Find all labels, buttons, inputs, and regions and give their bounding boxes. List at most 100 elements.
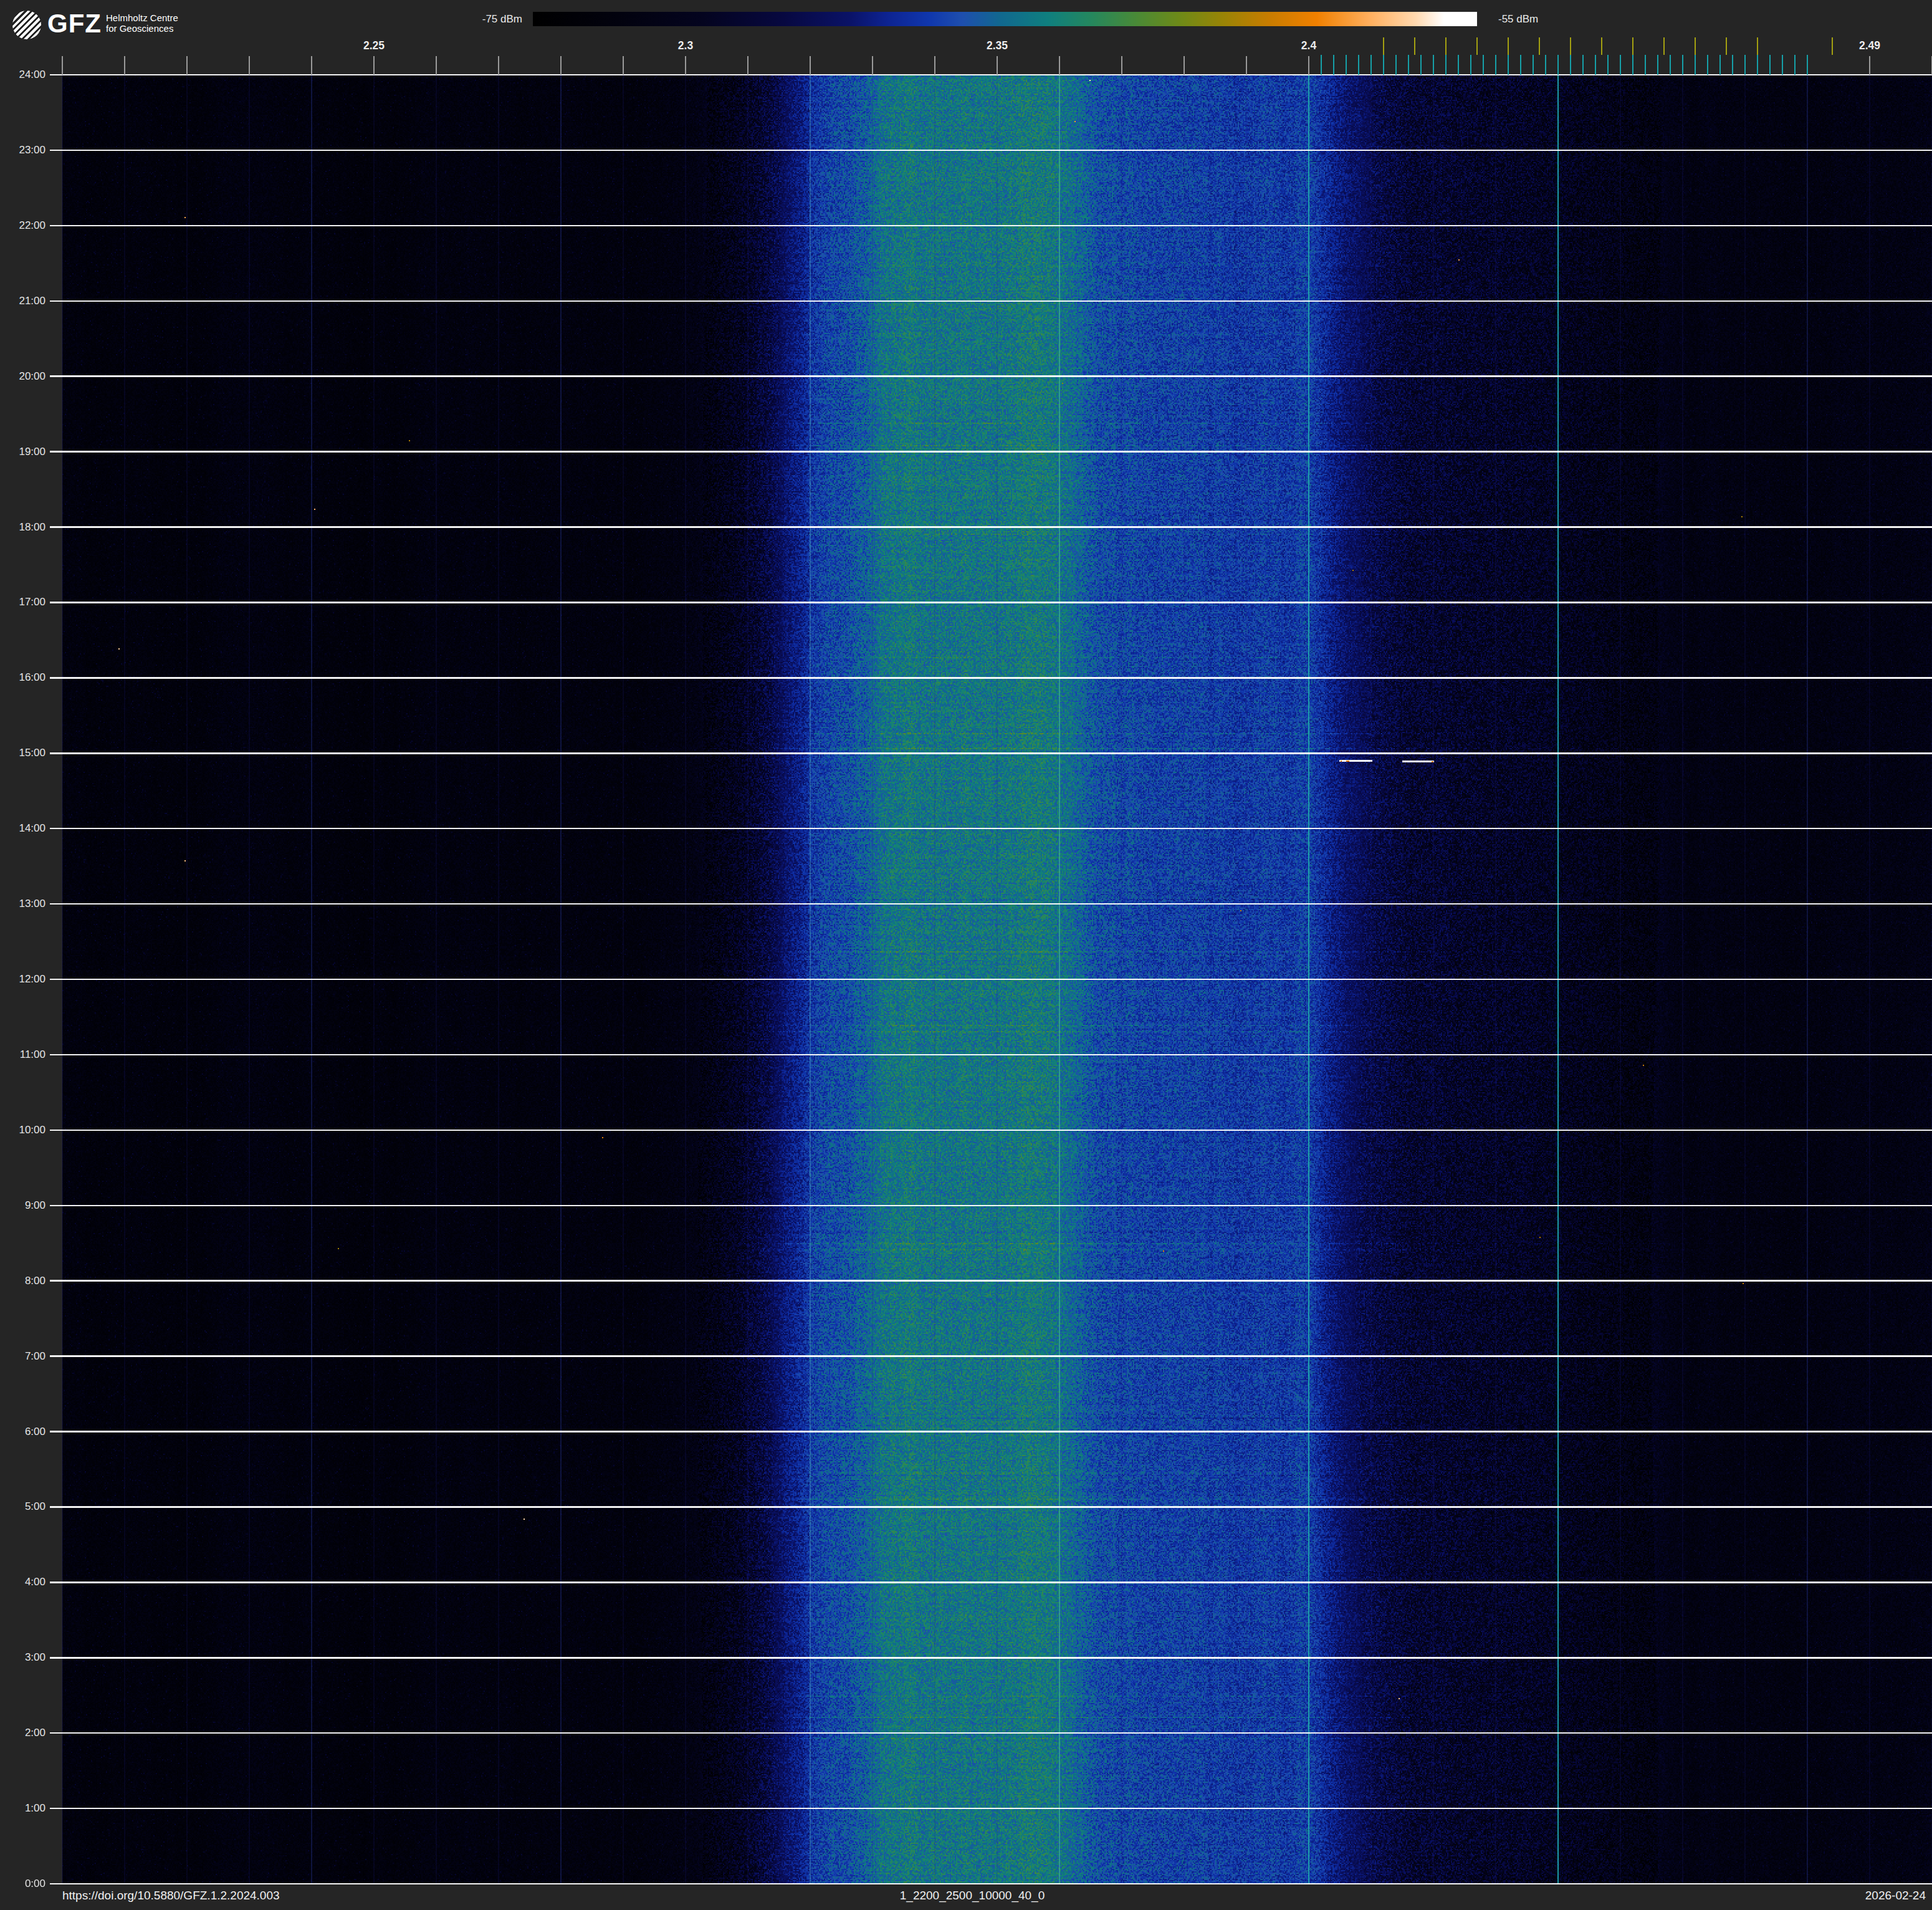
- hour-gridline: [50, 526, 1932, 528]
- date-text: 2026-02-24: [1865, 1889, 1926, 1903]
- freq-tick-minor: [1184, 56, 1185, 75]
- ism-band-tick: [1495, 55, 1497, 75]
- freq-tick-minor: [1246, 56, 1248, 75]
- ism-band-tick: [1321, 55, 1322, 75]
- hour-gridline: [50, 677, 1932, 679]
- ism-band-tick: [1333, 55, 1335, 75]
- logo-acronym: GFZ: [47, 9, 102, 39]
- freq-tick-minor: [1059, 56, 1061, 75]
- hour-gridline: [50, 1431, 1932, 1432]
- time-axis-label: 7:00: [0, 1350, 45, 1363]
- ism-band-tick: [1520, 55, 1522, 75]
- hour-gridline: [50, 752, 1932, 754]
- hour-gridline: [50, 1205, 1932, 1207]
- hour-gridline: [50, 1280, 1932, 1282]
- wifi-channel-tick: [1695, 37, 1696, 55]
- ism-band-tick: [1508, 55, 1509, 75]
- freq-tick-minor: [997, 56, 998, 75]
- time-axis-label: 20:00: [0, 370, 45, 383]
- freq-tick-minor: [1308, 56, 1310, 75]
- colorbar-min-label: -75 dBm: [482, 13, 522, 26]
- hour-gridline: [50, 828, 1932, 830]
- ism-band-tick: [1595, 55, 1597, 75]
- hour-gridline: [50, 451, 1932, 453]
- ism-band-tick: [1757, 55, 1759, 75]
- freq-tick-minor: [1121, 56, 1123, 75]
- hour-gridline: [50, 1732, 1932, 1734]
- spectrogram-page: GFZ Helmholtz Centre for Geosciences -75…: [0, 0, 1932, 1910]
- freq-tick-minor: [623, 56, 624, 75]
- wifi-channel-tick: [1445, 37, 1447, 55]
- wifi-channel-tick: [1508, 37, 1509, 55]
- logo-subtitle: Helmholtz Centre for Geosciences: [106, 13, 178, 34]
- hour-gridline: [50, 74, 1932, 76]
- filename-text: 1_2200_2500_10000_40_0: [900, 1889, 1045, 1903]
- ism-band-tick: [1807, 55, 1809, 75]
- freq-tick-minor: [498, 56, 500, 75]
- time-axis-label: 22:00: [0, 219, 45, 232]
- time-axis-label: 18:00: [0, 521, 45, 534]
- time-axis-label: 8:00: [0, 1275, 45, 1287]
- time-axis-label: 1:00: [0, 1802, 45, 1815]
- ism-band-tick: [1645, 55, 1647, 75]
- ism-band-tick: [1707, 55, 1709, 75]
- hour-gridline: [50, 1130, 1932, 1131]
- ism-band-tick: [1670, 55, 1671, 75]
- time-axis-label: 23:00: [0, 144, 45, 156]
- time-axis-label: 4:00: [0, 1576, 45, 1588]
- ism-band-tick: [1545, 55, 1547, 75]
- wifi-channel-tick: [1414, 37, 1416, 55]
- ism-band-tick: [1358, 55, 1360, 75]
- time-axis-label: 15:00: [0, 747, 45, 759]
- time-axis-label: 12:00: [0, 973, 45, 986]
- ism-band-tick: [1557, 55, 1559, 75]
- time-axis-label: 9:00: [0, 1199, 45, 1212]
- wifi-channel-tick: [1383, 37, 1385, 55]
- time-axis-label: 19:00: [0, 446, 45, 458]
- time-axis-label: 24:00: [0, 69, 45, 81]
- wifi-channel-tick: [1832, 37, 1834, 55]
- ism-band-tick: [1470, 55, 1472, 75]
- ism-band-tick: [1794, 55, 1796, 75]
- time-axis-label: 21:00: [0, 295, 45, 307]
- freq-tick-minor: [249, 56, 251, 75]
- ism-band-tick: [1782, 55, 1784, 75]
- wifi-channel-tick: [1726, 37, 1728, 55]
- wifi-channel-tick: [1663, 37, 1665, 55]
- ism-band-tick: [1408, 55, 1410, 75]
- freq-axis-label: 2.49: [1859, 39, 1880, 52]
- ism-band-tick: [1433, 55, 1435, 75]
- ism-band-tick: [1695, 55, 1696, 75]
- ism-band-tick: [1445, 55, 1447, 75]
- wifi-channel-tick: [1476, 37, 1478, 55]
- time-axis-label: 11:00: [0, 1049, 45, 1061]
- hour-gridline: [50, 602, 1932, 603]
- time-axis-label: 14:00: [0, 822, 45, 835]
- freq-axis-label: 2.4: [1301, 39, 1316, 52]
- freq-tick-minor: [934, 56, 936, 75]
- ism-band-tick: [1383, 55, 1385, 75]
- freq-tick-minor: [1869, 56, 1871, 75]
- time-axis-label: 13:00: [0, 898, 45, 910]
- logo-subtitle-line2: for Geosciences: [106, 24, 178, 34]
- ism-band-tick: [1719, 55, 1721, 75]
- ism-band-tick: [1458, 55, 1460, 75]
- hour-gridline: [50, 1506, 1932, 1508]
- colorbar: [533, 12, 1477, 26]
- freq-tick-minor: [124, 56, 126, 75]
- ism-band-tick: [1370, 55, 1372, 75]
- time-axis-label: 3:00: [0, 1651, 45, 1664]
- freq-tick-minor: [747, 56, 749, 75]
- wifi-channel-tick: [1601, 37, 1603, 55]
- ism-band-tick: [1483, 55, 1485, 75]
- colorbar-max-label: -55 dBm: [1498, 13, 1538, 26]
- hour-gridline: [50, 375, 1932, 377]
- freq-tick-minor: [62, 56, 64, 75]
- ism-band-tick: [1420, 55, 1422, 75]
- hour-gridline: [50, 1054, 1932, 1056]
- ism-band-tick: [1533, 55, 1534, 75]
- wifi-channel-tick: [1570, 37, 1572, 55]
- time-axis-label: 6:00: [0, 1426, 45, 1438]
- time-axis-label: 5:00: [0, 1500, 45, 1513]
- wifi-channel-tick: [1757, 37, 1759, 55]
